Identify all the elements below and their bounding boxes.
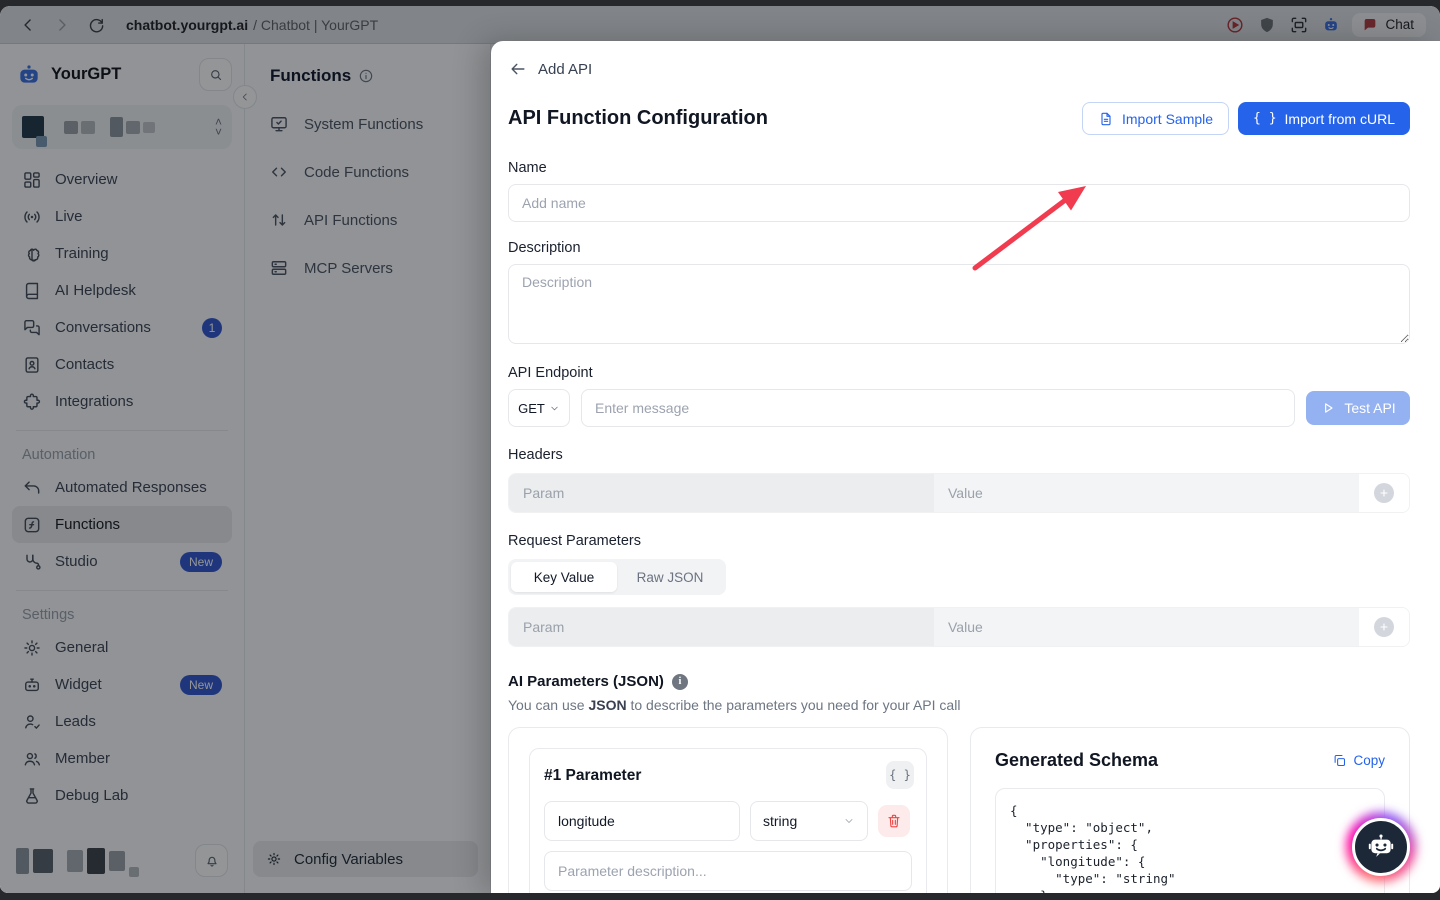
request-params-tabs: Key Value Raw JSON	[508, 559, 726, 595]
file-text-icon	[1098, 111, 1114, 127]
parameter-type-select[interactable]: string	[750, 801, 868, 841]
description-label: Description	[508, 240, 1410, 256]
modal-back-label[interactable]: Add API	[538, 61, 592, 78]
plus-circle-icon	[1374, 617, 1394, 637]
copy-label: Copy	[1353, 753, 1385, 768]
chevron-down-icon	[549, 403, 560, 414]
test-api-button[interactable]: Test API	[1306, 391, 1410, 425]
info-icon[interactable]: i	[672, 674, 688, 690]
ai-parameters-label: AI Parameters (JSON)	[508, 673, 664, 690]
plus-circle-icon	[1374, 483, 1394, 503]
copy-schema-button[interactable]: Copy	[1332, 753, 1385, 768]
generated-schema-title: Generated Schema	[995, 750, 1158, 771]
parameter-card-title: #1 Parameter	[544, 767, 912, 785]
parameter-description-input[interactable]	[544, 851, 912, 891]
test-api-label: Test API	[1344, 400, 1395, 416]
parameter-name-input[interactable]	[544, 801, 740, 841]
parameter-card: #1 Parameter { } string	[529, 748, 927, 893]
modal-title: API Function Configuration	[508, 107, 768, 130]
name-input[interactable]	[508, 184, 1410, 222]
tab-key-value[interactable]: Key Value	[511, 562, 617, 592]
header-param-input[interactable]: Param	[509, 474, 934, 512]
name-label: Name	[508, 160, 1410, 176]
method-select[interactable]: GET	[508, 389, 570, 427]
add-api-modal: Add API API Function Configuration Impor…	[491, 41, 1440, 893]
method-value: GET	[518, 401, 545, 416]
import-sample-button[interactable]: Import Sample	[1082, 102, 1229, 135]
request-params-row: Param Value	[508, 607, 1410, 647]
ai-parameters-help: You can use JSON to describe the paramet…	[508, 697, 1410, 713]
headers-row: Param Value	[508, 473, 1410, 513]
generated-schema-panel: Generated Schema Copy { "type": "object"…	[970, 727, 1410, 893]
chevron-down-icon	[843, 815, 855, 827]
headers-label: Headers	[508, 447, 1410, 463]
api-endpoint-label: API Endpoint	[508, 365, 1410, 381]
request-param-input[interactable]: Param	[509, 608, 934, 646]
trash-icon	[886, 813, 902, 829]
description-textarea[interactable]	[508, 264, 1410, 344]
add-request-param-button[interactable]	[1359, 608, 1409, 646]
header-value-input[interactable]: Value	[934, 474, 1359, 512]
request-value-input[interactable]: Value	[934, 608, 1359, 646]
braces-badge-button[interactable]: { }	[886, 761, 914, 789]
copy-icon	[1332, 753, 1347, 768]
import-curl-button[interactable]: { } Import from cURL	[1238, 102, 1410, 135]
braces-icon: { }	[1253, 111, 1276, 126]
chat-widget-button[interactable]	[1349, 815, 1413, 879]
delete-parameter-button[interactable]	[878, 805, 910, 837]
robot-face-icon	[1364, 830, 1398, 864]
browser-window: chatbot.yourgpt.ai / Chatbot | YourGPT C…	[0, 6, 1440, 893]
parameters-list-panel: #1 Parameter { } string	[508, 727, 948, 893]
back-arrow-icon[interactable]	[508, 59, 528, 79]
endpoint-url-input[interactable]	[581, 389, 1295, 427]
add-header-button[interactable]	[1359, 474, 1409, 512]
import-sample-label: Import Sample	[1122, 111, 1213, 127]
tab-raw-json[interactable]: Raw JSON	[617, 562, 723, 592]
request-parameters-label: Request Parameters	[508, 533, 1410, 549]
play-icon	[1320, 400, 1336, 416]
schema-code-block: { "type": "object", "properties": { "lon…	[995, 788, 1385, 893]
parameter-type-value: string	[763, 813, 797, 829]
import-curl-label: Import from cURL	[1285, 111, 1395, 127]
